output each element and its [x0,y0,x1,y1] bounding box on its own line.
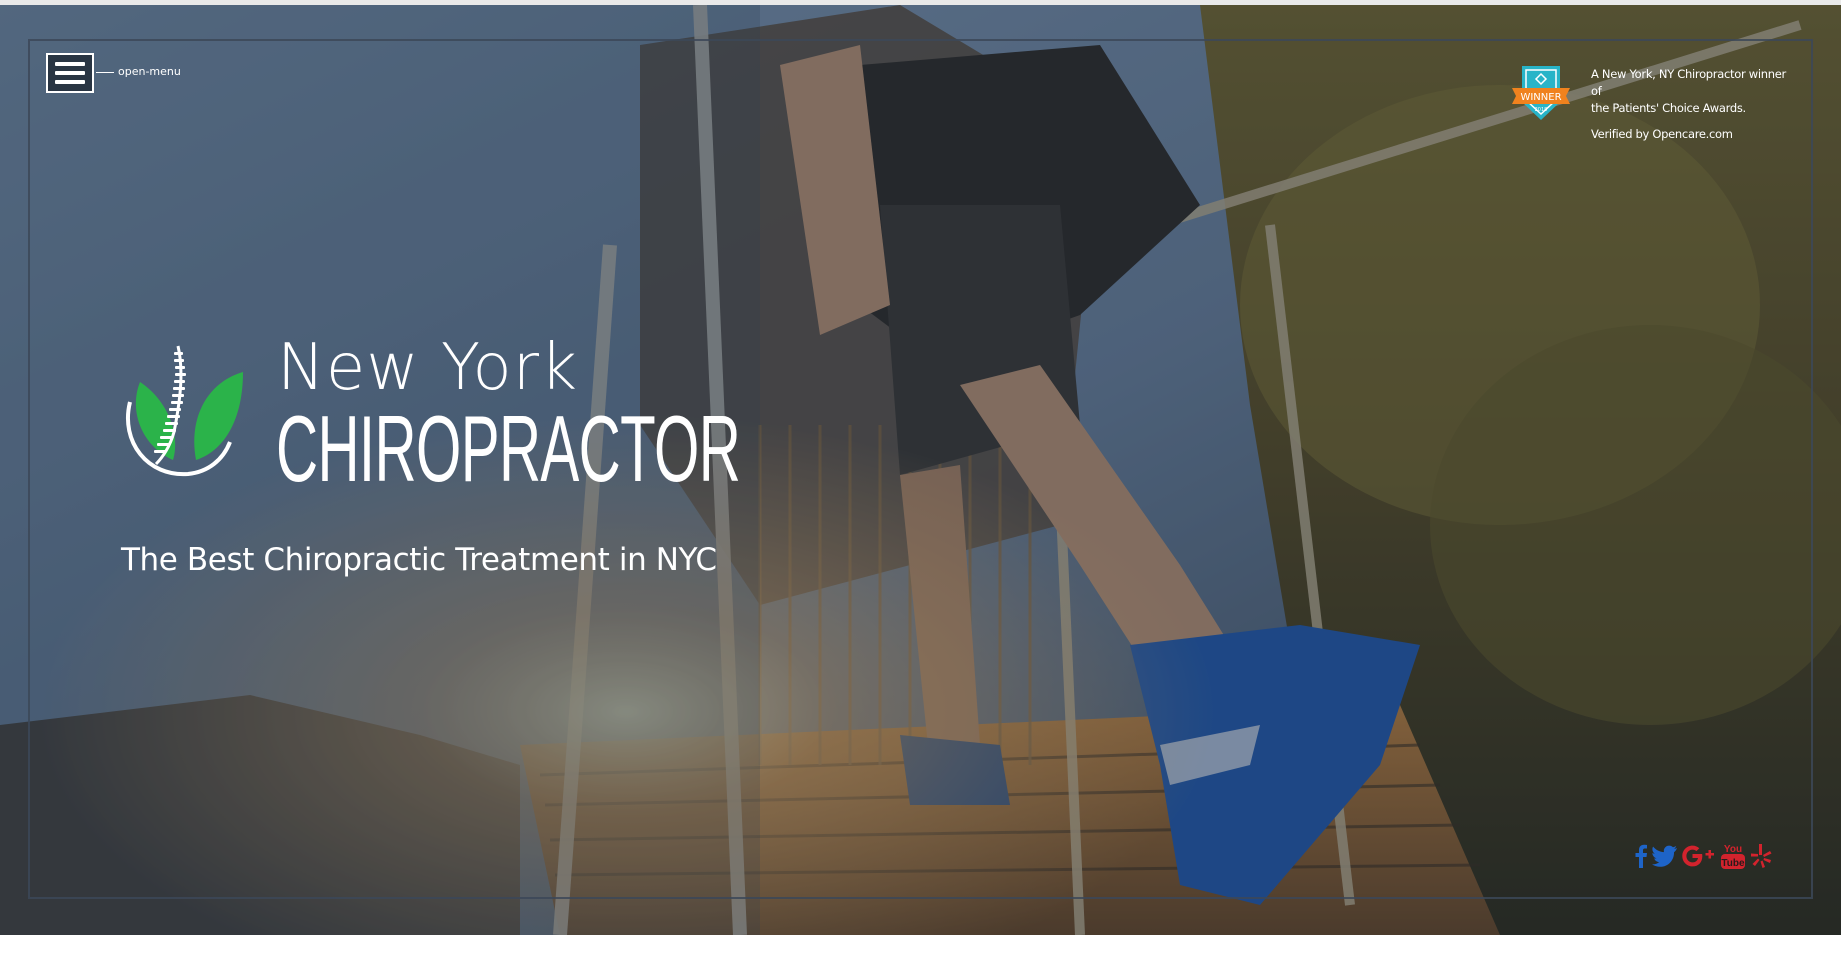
award-badge-text: WINNER [1520,92,1561,103]
google-plus-icon[interactable] [1682,842,1716,870]
youtube-icon[interactable]: You Tube [1720,842,1746,870]
award-badge-year: 2018 [1535,107,1548,113]
hamburger-menu-button[interactable] [46,53,94,93]
spine-leaf-logo-icon[interactable] [118,342,248,482]
content-edge [0,935,600,975]
menu-connector-line [96,72,114,73]
twitter-icon[interactable] [1652,842,1678,870]
hamburger-icon-bar [55,71,85,75]
hamburger-icon-bar [55,62,85,66]
page: open-menu WINNER 2018 A New York, NY Chi… [0,0,1841,975]
yelp-icon[interactable] [1750,842,1772,870]
youtube-icon-text-bottom: Tube [1721,858,1745,869]
social-links: You Tube [1634,842,1772,870]
hero-tagline: The Best Chiropractic Treatment in NYC [121,542,717,578]
menu-label[interactable]: open-menu [118,65,181,78]
youtube-icon-text-top: You [1724,844,1742,855]
award-line-1: A New York, NY Chiropractor winner of [1591,67,1786,98]
award-description: A New York, NY Chiropractor winner of th… [1591,66,1791,143]
brand-title-new-york[interactable]: New York [277,333,578,403]
hamburger-icon-bar [55,80,85,84]
award-verified-link[interactable]: Verified by Opencare.com [1591,126,1791,143]
brand-title-chiropractor[interactable]: CHIROPRACTOR [276,402,741,496]
patients-choice-award-badge-icon[interactable]: WINNER 2018 [1508,62,1574,128]
award-line-2: the Patients' Choice Awards. [1591,101,1746,115]
facebook-icon[interactable] [1634,842,1648,870]
